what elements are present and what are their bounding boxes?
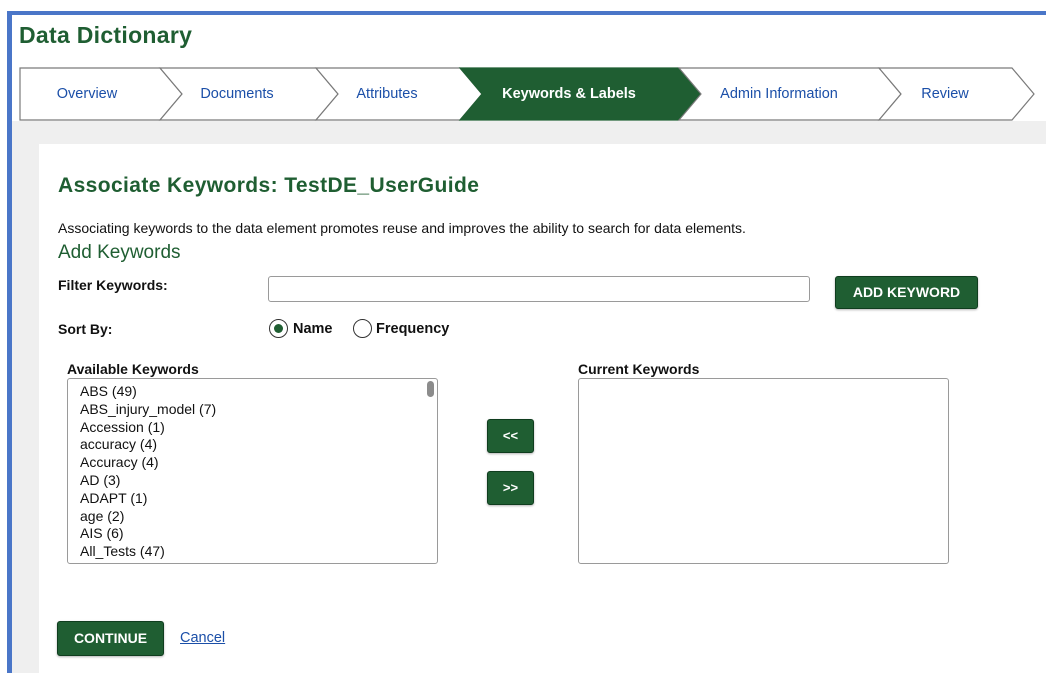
keyword-option[interactable]: ABS_injury_model (7) <box>80 401 437 419</box>
section-heading: Add Keywords <box>58 242 181 263</box>
step-admin-information[interactable]: Admin Information <box>699 67 859 121</box>
filter-keywords-input[interactable] <box>268 276 810 302</box>
available-keywords-list[interactable]: ABS (49) ABS_injury_model (7) Accession … <box>67 378 438 564</box>
add-keyword-button[interactable]: ADD KEYWORD <box>835 276 978 309</box>
keyword-option[interactable]: accuracy (4) <box>80 436 437 454</box>
move-left-button[interactable]: << <box>487 419 534 453</box>
keyword-option[interactable]: Accuracy (4) <box>80 454 437 472</box>
step-keywords-labels[interactable]: Keywords & Labels <box>484 67 654 121</box>
available-keywords-title: Available Keywords <box>67 361 199 377</box>
step-overview[interactable]: Overview <box>27 67 147 121</box>
page-description: Associating keywords to the data element… <box>58 220 746 236</box>
filter-keywords-label: Filter Keywords: <box>58 277 168 293</box>
list-scrollbar[interactable] <box>427 381 434 397</box>
keyword-option[interactable]: age (2) <box>80 508 437 526</box>
keyword-option[interactable]: ADAPT (1) <box>80 490 437 508</box>
keyword-option[interactable]: All_Tests (47) <box>80 543 437 561</box>
current-keywords-list[interactable] <box>578 378 949 564</box>
window-frame-top <box>7 11 1046 15</box>
sort-by-label: Sort By: <box>58 321 113 337</box>
keyword-option[interactable]: AIS (6) <box>80 525 437 543</box>
step-documents[interactable]: Documents <box>177 67 297 121</box>
keyword-option[interactable]: AD (3) <box>80 472 437 490</box>
page-heading: Associate Keywords: TestDE_UserGuide <box>58 174 480 197</box>
continue-button[interactable]: CONTINUE <box>57 621 164 656</box>
sort-name-label[interactable]: Name <box>293 321 333 337</box>
sort-frequency-label[interactable]: Frequency <box>376 321 449 337</box>
keyword-option[interactable]: Accession (1) <box>80 419 437 437</box>
sort-name-radio[interactable] <box>269 319 288 338</box>
move-right-button[interactable]: >> <box>487 471 534 505</box>
step-review[interactable]: Review <box>904 67 986 121</box>
cancel-link[interactable]: Cancel <box>180 630 225 646</box>
step-attributes[interactable]: Attributes <box>337 67 437 121</box>
current-keywords-title: Current Keywords <box>578 361 700 377</box>
keyword-option[interactable]: ABS (49) <box>80 383 437 401</box>
sort-frequency-radio[interactable] <box>353 319 372 338</box>
app-title: Data Dictionary <box>19 22 193 48</box>
wizard-steps: Overview Documents Attributes Keywords &… <box>19 67 1046 121</box>
